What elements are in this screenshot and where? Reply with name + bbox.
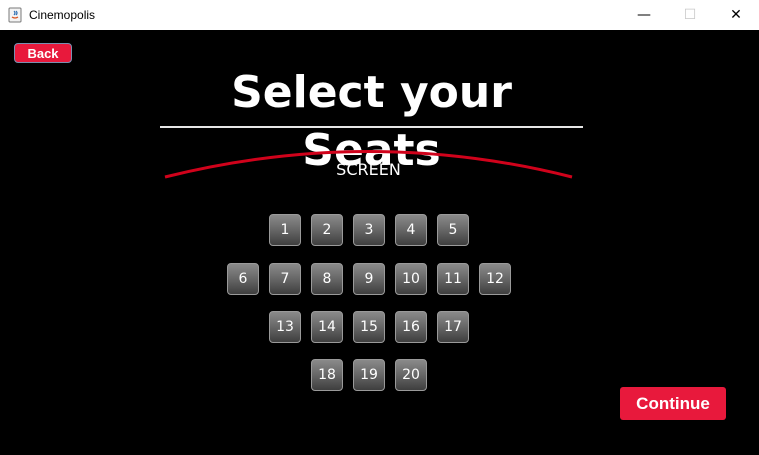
seat-button[interactable]: 15 [353, 311, 385, 343]
title-divider [160, 126, 583, 128]
seat-button[interactable]: 20 [395, 359, 427, 391]
back-button[interactable]: Back [14, 43, 72, 63]
seat-button[interactable]: 17 [437, 311, 469, 343]
seat-button[interactable]: 12 [479, 263, 511, 295]
close-button[interactable]: ✕ [713, 0, 759, 30]
seat-button[interactable]: 5 [437, 214, 469, 246]
window-controls: — ☐ ✕ [621, 0, 759, 30]
minimize-button[interactable]: — [621, 0, 667, 30]
seat-button[interactable]: 4 [395, 214, 427, 246]
continue-button[interactable]: Continue [620, 387, 726, 420]
maximize-icon: ☐ [683, 7, 697, 23]
maximize-button[interactable]: ☐ [667, 0, 713, 30]
seat-button[interactable]: 10 [395, 263, 427, 295]
seat-button[interactable]: 6 [227, 263, 259, 295]
seat-button[interactable]: 13 [269, 311, 301, 343]
seat-button[interactable]: 7 [269, 263, 301, 295]
window-titlebar[interactable]: Cinemopolis — ☐ ✕ [0, 0, 759, 30]
seat-button[interactable]: 14 [311, 311, 343, 343]
seat-button[interactable]: 3 [353, 214, 385, 246]
screen-label: SCREEN [336, 160, 401, 179]
seat-button[interactable]: 8 [311, 263, 343, 295]
seat-button[interactable]: 9 [353, 263, 385, 295]
seat-button[interactable]: 1 [269, 214, 301, 246]
java-app-icon [7, 7, 23, 23]
window-title: Cinemopolis [29, 8, 96, 22]
close-icon: ✕ [730, 7, 742, 23]
seat-button[interactable]: 2 [311, 214, 343, 246]
seat-button[interactable]: 16 [395, 311, 427, 343]
seat-button[interactable]: 19 [353, 359, 385, 391]
minimize-icon: — [637, 7, 651, 23]
seat-selection-panel: Back Select your Seats SCREEN 1 2 3 4 5 … [0, 30, 759, 455]
seat-button[interactable]: 18 [311, 359, 343, 391]
seat-button[interactable]: 11 [437, 263, 469, 295]
